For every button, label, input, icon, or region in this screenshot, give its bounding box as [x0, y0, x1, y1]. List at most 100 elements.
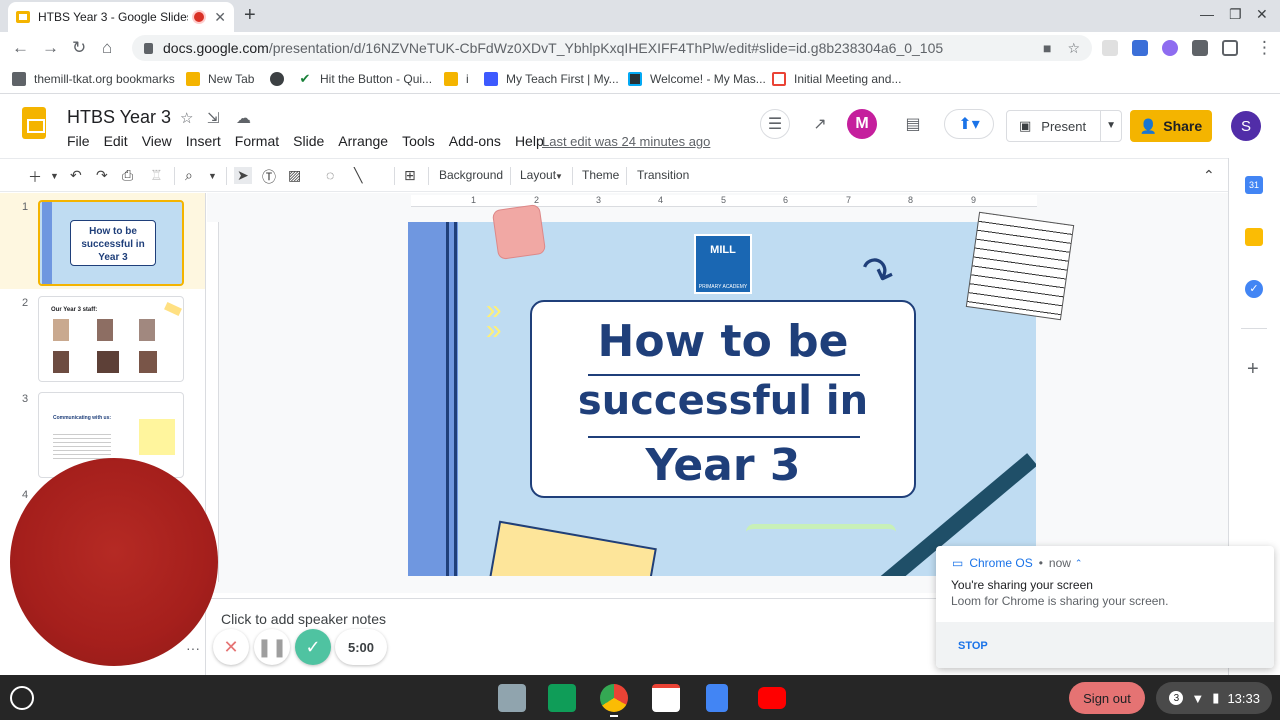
speaker-notes-placeholder[interactable]: Click to add speaker notes — [221, 611, 386, 627]
forward-icon[interactable]: → — [42, 38, 59, 58]
background-button[interactable]: Background — [439, 168, 503, 182]
loom-camera-bubble[interactable] — [10, 458, 218, 666]
present-to-meeting-icon[interactable]: ⬆▾ — [944, 109, 994, 139]
image-icon[interactable]: ▨ — [288, 167, 301, 184]
document-title[interactable]: HTBS Year 3 — [67, 107, 171, 128]
squiggle-doodle — [746, 524, 896, 540]
gmail-app-icon[interactable] — [652, 684, 680, 712]
home-icon[interactable]: ⌂ — [102, 38, 112, 58]
slide-thumbnail-2[interactable]: Our Year 3 staff: — [38, 296, 184, 382]
new-tab-button[interactable]: + — [244, 4, 256, 27]
new-slide-dropdown-icon[interactable]: ▼ — [50, 171, 59, 181]
present-dropdown-icon[interactable]: ▼ — [1106, 120, 1116, 131]
redo-icon[interactable]: ↷ — [96, 167, 108, 184]
present-button[interactable]: ▣ Present ▼ — [1006, 110, 1122, 142]
screenshot-app-icon[interactable] — [498, 684, 526, 712]
zoom-icon[interactable]: ⌕ — [185, 167, 193, 184]
menu-addons[interactable]: Add-ons — [449, 133, 501, 149]
print-icon[interactable]: ⎙ — [122, 167, 133, 184]
menu-help[interactable]: Help — [515, 133, 544, 149]
loom-extension-icon[interactable]: M — [847, 109, 877, 139]
browser-tab[interactable]: HTBS Year 3 - Google Slides ✕ — [8, 2, 234, 32]
layout-button[interactable]: Layout — [520, 168, 556, 182]
collapse-toolbar-icon[interactable]: ⌃ — [1203, 167, 1215, 184]
tasks-icon[interactable]: ✓ — [1245, 280, 1263, 298]
new-slide-icon[interactable]: ＋ — [28, 167, 42, 187]
bookmark-item[interactable]: Initial Meeting and... — [772, 72, 901, 86]
theme-button[interactable]: Theme — [582, 168, 619, 182]
add-addon-icon[interactable]: + — [1247, 358, 1259, 381]
stop-sharing-button[interactable]: STOP — [958, 640, 988, 652]
avatar[interactable]: S — [1231, 111, 1261, 141]
bookmark-item[interactable]: ✔ Hit the Button - Qui... — [298, 72, 432, 86]
zoom-dropdown-icon[interactable]: ▼ — [208, 171, 217, 181]
menu-file[interactable]: File — [67, 133, 90, 149]
notification-title: You're sharing your screen — [951, 578, 1093, 592]
menu-tools[interactable]: Tools — [402, 133, 435, 149]
comments-icon[interactable]: ▤ — [898, 109, 928, 139]
extension-word-icon[interactable] — [1132, 40, 1148, 56]
share-button[interactable]: 👤 Share — [1130, 110, 1212, 142]
camera-icon[interactable]: ■ — [1043, 40, 1051, 57]
menu-arrange[interactable]: Arrange — [338, 133, 388, 149]
bookmark-item[interactable]: My Teach First | My... — [484, 72, 619, 86]
text-box-icon[interactable]: Ⓣ — [262, 167, 276, 187]
menu-edit[interactable]: Edit — [104, 133, 128, 149]
add-comment-icon[interactable]: ⊞ — [404, 167, 416, 184]
battery-icon: ▮ — [1212, 690, 1220, 705]
undo-icon[interactable]: ↶ — [70, 167, 82, 184]
back-icon[interactable]: ← — [12, 38, 29, 58]
bookmark-item[interactable]: i — [444, 72, 469, 86]
finish-recording-button[interactable]: ✓ — [295, 629, 331, 665]
layout-dropdown-icon[interactable]: ▼ — [555, 172, 563, 181]
maximize-icon[interactable]: ❐ — [1229, 6, 1242, 23]
chevron-up-icon[interactable]: ⌃ — [1075, 558, 1083, 569]
menu-slide[interactable]: Slide — [293, 133, 324, 149]
youtube-icon[interactable] — [758, 687, 786, 709]
last-edit-link[interactable]: Last edit was 24 minutes ago — [542, 134, 710, 149]
google-classroom-icon[interactable] — [548, 684, 576, 712]
cast-icon[interactable] — [1222, 40, 1238, 56]
more-options-icon[interactable]: ··· — [186, 640, 200, 656]
pause-recording-button[interactable]: ❚❚ — [254, 629, 290, 665]
keep-icon[interactable] — [1245, 228, 1263, 246]
select-cursor-icon[interactable]: ➤ — [234, 167, 252, 184]
extension-cast-icon[interactable] — [1102, 40, 1118, 56]
menu-insert[interactable]: Insert — [186, 133, 221, 149]
sign-out-button[interactable]: Sign out — [1069, 682, 1145, 714]
close-window-icon[interactable]: ✕ — [1256, 6, 1268, 23]
slides-logo-icon[interactable] — [22, 107, 46, 139]
status-tray[interactable]: 3 ▼ ▮ 13:33 — [1156, 682, 1272, 714]
address-bar[interactable]: docs.google.com/presentation/d/16NZVNeTU… — [132, 35, 1092, 61]
move-folder-icon[interactable]: ⇲ — [207, 109, 220, 127]
present-icon: ▣ — [1019, 118, 1032, 133]
reload-icon[interactable]: ↻ — [72, 38, 86, 58]
meet-icon[interactable]: ☰ — [760, 109, 790, 139]
menu-format[interactable]: Format — [235, 133, 279, 149]
extensions-puzzle-icon[interactable] — [1192, 40, 1208, 56]
close-tab-icon[interactable]: ✕ — [214, 9, 226, 26]
minimize-icon[interactable]: — — [1200, 6, 1214, 22]
menu-kebab-icon[interactable]: ⋮ — [1256, 38, 1273, 58]
paint-format-icon[interactable]: ♖ — [150, 167, 163, 184]
extension-loom-icon[interactable] — [1162, 40, 1178, 56]
menu-view[interactable]: View — [142, 133, 172, 149]
bookmark-item[interactable]: Welcome! - My Mas... — [628, 72, 766, 86]
activity-dashboard-icon[interactable]: ↗ — [805, 109, 835, 139]
slide-thumbnail-1[interactable]: How to be successful in Year 3 — [38, 200, 184, 286]
bookmark-item[interactable] — [270, 72, 292, 86]
launcher-icon[interactable] — [10, 686, 34, 710]
bookmark-item[interactable]: themill-tkat.org bookmarks — [12, 72, 175, 86]
star-icon[interactable]: ☆ — [180, 109, 193, 127]
bookmark-star-icon[interactable]: ☆ — [1067, 40, 1080, 57]
cancel-recording-button[interactable]: ✕ — [213, 629, 249, 665]
calendar-icon[interactable]: 31 — [1245, 176, 1263, 194]
transition-button[interactable]: Transition — [637, 168, 689, 182]
chrome-icon[interactable] — [600, 684, 628, 712]
check-icon: ✔ — [298, 71, 312, 86]
google-docs-icon[interactable] — [706, 684, 728, 712]
line-icon[interactable]: ╲ — [354, 167, 362, 184]
shape-icon[interactable]: ◌ — [326, 167, 334, 183]
current-slide[interactable]: MILL PRIMARY ACADEMY ↷ »» How to be succ… — [408, 222, 1036, 576]
bookmark-item[interactable]: New Tab — [186, 72, 254, 86]
